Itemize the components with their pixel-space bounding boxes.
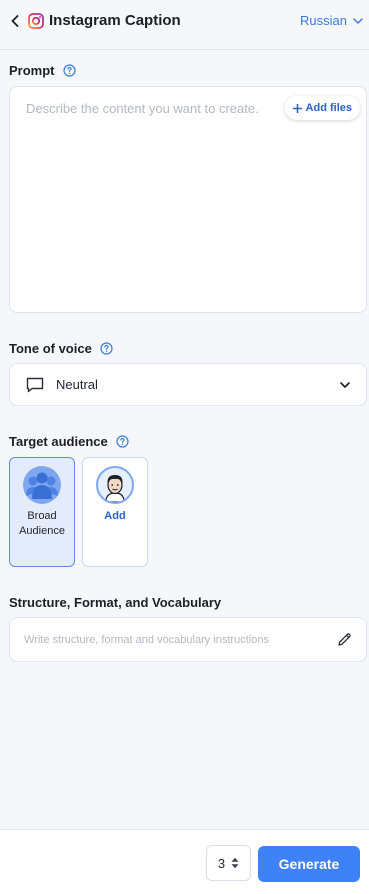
quantity-value: 3	[217, 855, 226, 871]
prompt-container: Add files	[9, 86, 367, 313]
instagram-icon	[28, 13, 44, 29]
chevron-down-icon	[353, 17, 363, 24]
help-icon[interactable]	[62, 64, 76, 77]
add-files-button[interactable]: Add files	[284, 96, 360, 120]
audience-option-add[interactable]: Add	[82, 457, 148, 567]
structure-input[interactable]	[24, 633, 337, 646]
tone-section-label: Tone of voice	[9, 341, 113, 356]
prompt-label: Prompt	[9, 63, 55, 78]
footer-bar: 3 Generate	[0, 829, 369, 894]
up-down-arrows-icon[interactable]	[231, 857, 239, 869]
add-files-label: Add files	[305, 102, 352, 114]
prompt-input[interactable]	[10, 87, 366, 312]
language-selector[interactable]: Russian	[300, 13, 363, 28]
speech-bubble-icon	[26, 377, 44, 392]
structure-container	[9, 617, 367, 662]
header-bar: Instagram Caption Russian	[0, 0, 369, 50]
tone-value: Neutral	[56, 377, 98, 392]
page-title: Instagram Caption	[49, 12, 181, 29]
help-icon[interactable]	[116, 435, 129, 448]
chevron-down-icon	[340, 381, 350, 388]
tone-label: Tone of voice	[9, 341, 92, 356]
quantity-stepper[interactable]: 3	[206, 845, 251, 881]
group-icon	[23, 466, 61, 504]
person-avatar-icon	[96, 466, 134, 504]
audience-section-label: Target audience	[9, 434, 129, 449]
audience-label: Target audience	[9, 434, 108, 449]
audience-option-broad[interactable]: Broad Audience	[9, 457, 75, 567]
chevron-left-icon	[11, 15, 19, 27]
pencil-icon[interactable]	[337, 632, 352, 647]
back-button[interactable]	[8, 13, 22, 29]
help-icon[interactable]	[100, 342, 113, 355]
structure-section-label: Structure, Format, and Vocabulary	[9, 595, 221, 610]
generate-button[interactable]: Generate	[258, 846, 360, 882]
plus-icon	[292, 103, 302, 113]
language-label: Russian	[300, 13, 347, 28]
prompt-section-label: Prompt	[9, 63, 76, 78]
audience-option-label: Broad Audience	[19, 510, 65, 537]
tone-dropdown[interactable]: Neutral	[9, 363, 367, 406]
structure-label: Structure, Format, and Vocabulary	[9, 595, 222, 610]
audience-option-label: Add	[104, 510, 126, 522]
